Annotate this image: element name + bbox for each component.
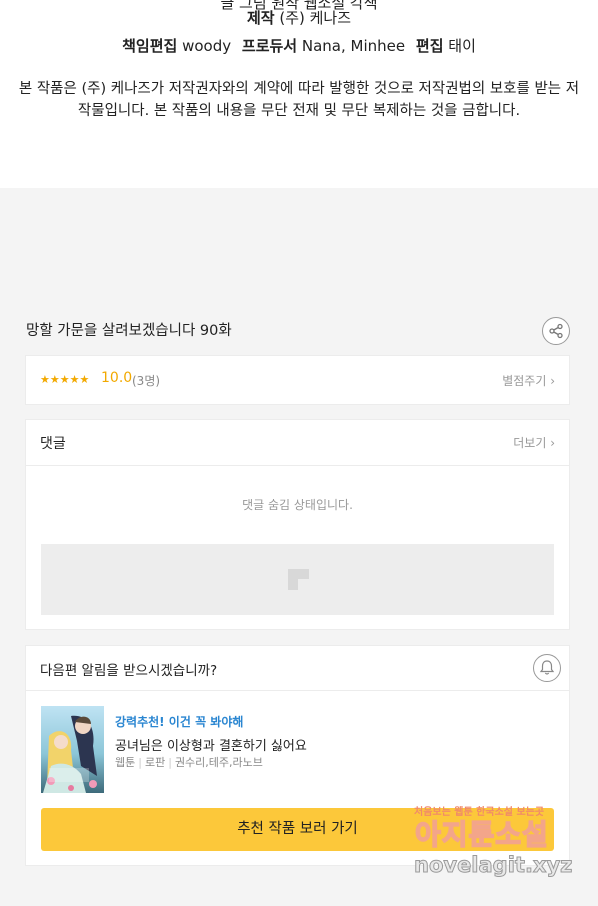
rating-score: 10.0 [101, 370, 133, 386]
episode-title: 망할 가문을 살려보겠습니다 90화 [26, 323, 232, 339]
edit-label: 편집 [415, 37, 444, 55]
production-label: 제작 [246, 9, 275, 27]
share-icon [549, 323, 563, 339]
editor-value: woody [182, 37, 232, 55]
comment-card: 댓글 더보기 › 댓글 숨김 상태입니다. [25, 419, 570, 630]
watermark-url: novelagit.xyz [413, 853, 573, 878]
recommend-authors: 권수리,테주,라노브 [174, 756, 263, 769]
recommend-genre: 웹툰 [115, 756, 136, 769]
rating-card: ★★★★★ 10.0 (3명) 별점주기 › [25, 355, 570, 405]
comment-more-link[interactable]: 더보기 › [513, 434, 555, 451]
recommend-category: 로판 [144, 756, 166, 769]
notify-header: 다음편 알림을 받으시겠습니까? [26, 646, 569, 691]
recommend-tag: 강력추천! 이건 꼭 봐야해 [115, 715, 244, 729]
notify-bell-button[interactable] [533, 654, 561, 682]
staff-credit: 책임편집 woody 프로듀서 Nana, Minhee 편집 태이 [0, 36, 598, 56]
site-watermark: 처음보는 웹툰 한국소설 보는곳 아지툰소설 novelagit.xyz [410, 803, 580, 888]
producer-value: Nana, Minhee [301, 37, 406, 55]
comment-header: 댓글 더보기 › [26, 420, 569, 466]
credits-section: 글 그림 원작 웹소설 각색 제작 (주) 케나즈 책임편집 woody 프로듀… [0, 0, 598, 188]
notify-question: 다음편 알림을 받으시겠습니까? [40, 663, 218, 679]
production-value: (주) 케나즈 [279, 9, 352, 27]
rating-count: (3명) [132, 374, 161, 388]
cover-illustration [41, 706, 104, 793]
recommend-thumbnail[interactable] [41, 706, 104, 793]
edit-value: 태이 [448, 37, 476, 55]
rating-stars: ★★★★★ [40, 373, 90, 386]
producer-label: 프로듀서 [241, 37, 298, 55]
comment-title: 댓글 [40, 436, 66, 452]
image-placeholder-icon [288, 569, 309, 590]
production-credit: 제작 (주) 케나즈 [0, 8, 598, 28]
share-button[interactable] [542, 317, 570, 345]
editor-label: 책임편집 [122, 37, 178, 55]
rate-button[interactable]: 별점주기 › [502, 372, 555, 389]
watermark-logo-text: 아지툰소설 [414, 817, 549, 852]
recommend-meta: 웹툰 | 로판 | 권수리,테주,라노브 [115, 756, 263, 769]
bell-icon [539, 660, 555, 675]
copyright-notice: 본 작품은 (주) 케나즈가 저작권자와의 계약에 따라 발행한 것으로 저작권… [18, 81, 580, 119]
ad-placeholder[interactable] [41, 544, 554, 615]
recommend-title[interactable]: 공녀님은 이상형과 결혼하기 싫어요 [115, 735, 307, 754]
comment-hidden-message: 댓글 숨김 상태입니다. [242, 498, 353, 512]
